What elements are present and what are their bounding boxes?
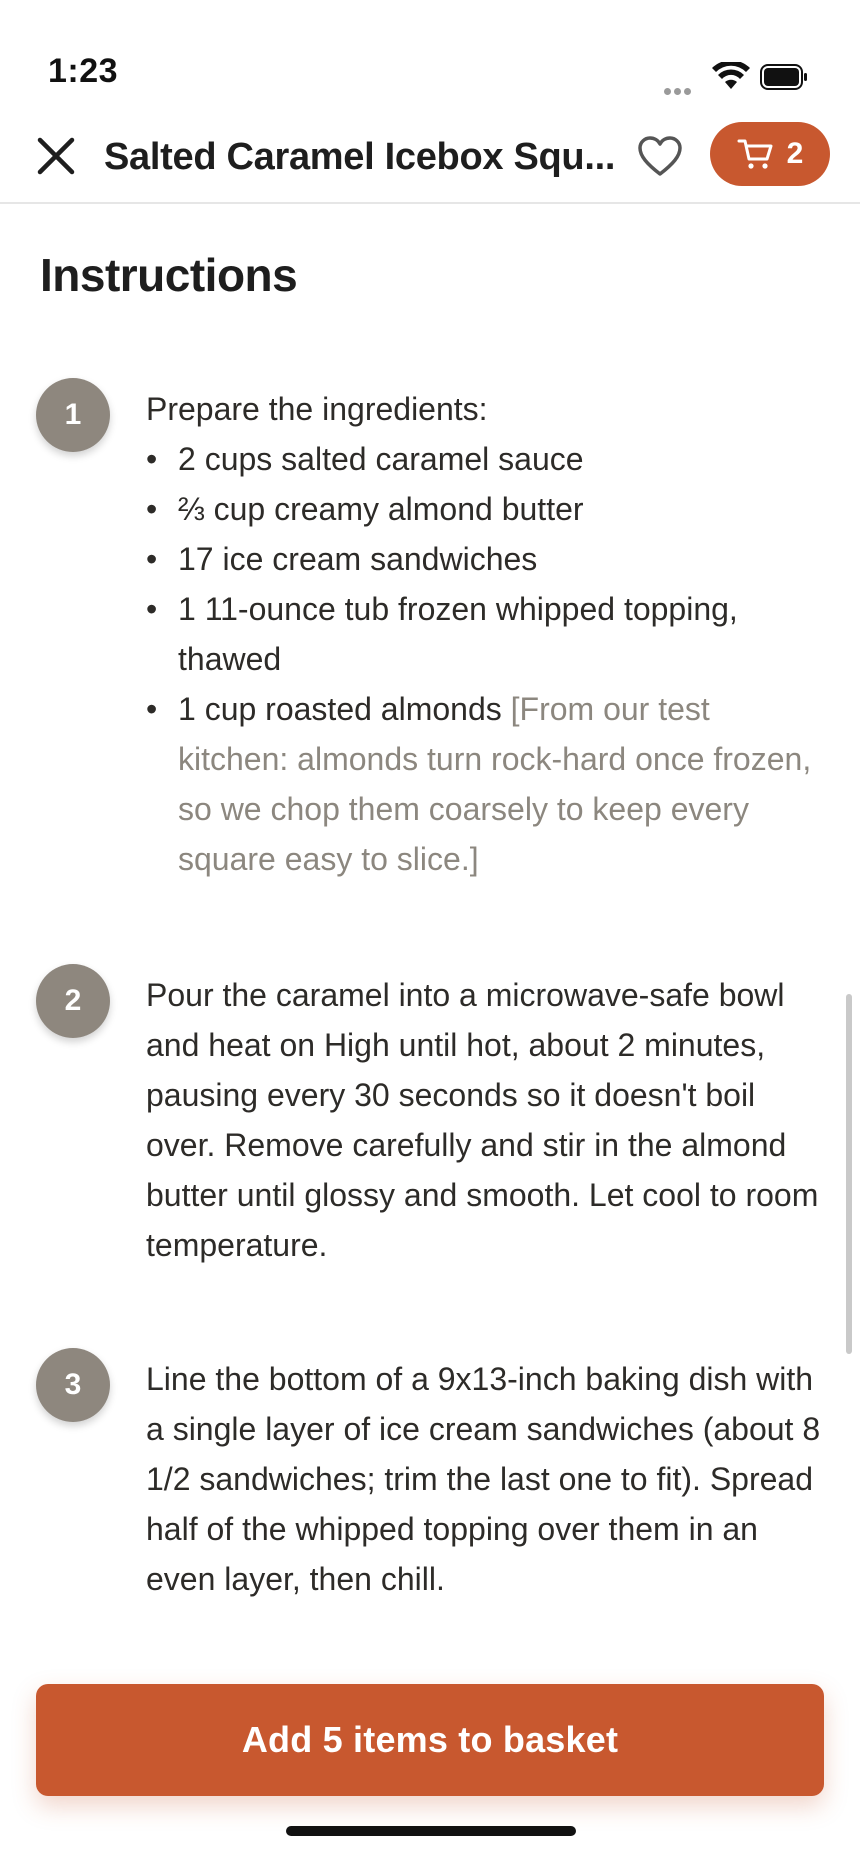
status-time: 1:23 — [48, 52, 119, 90]
step-number-badge: 3 — [36, 1348, 110, 1422]
step-text: Line the bottom of a 9x13-inch baking di… — [146, 1361, 821, 1597]
cart-icon — [737, 139, 773, 169]
instructions-heading: Instructions — [40, 249, 298, 301]
ingredient-item: 2 cups salted caramel sauce — [146, 434, 826, 484]
ingredient-item: 17 ice cream sandwiches — [146, 534, 826, 584]
instructions-scroll-area[interactable]: Instructions 1 Prepare the ingredients: … — [0, 204, 860, 1654]
step-body: Pour the caramel into a microwave-safe b… — [146, 970, 826, 1270]
cart-button[interactable]: 2 — [710, 122, 830, 186]
ingredient-item: ⅔ cup creamy almond butter — [146, 484, 826, 534]
step-number-badge: 1 — [36, 378, 110, 452]
status-bar: 1:23 — [0, 0, 860, 110]
step-text: Pour the caramel into a microwave-safe b… — [146, 977, 819, 1263]
add-to-basket-button[interactable]: Add 5 items to basket — [36, 1684, 824, 1796]
battery-icon — [760, 64, 807, 90]
step-intro: Prepare the ingredients: — [146, 391, 488, 427]
ingredient-item: 1 11-ounce tub frozen whipped topping, t… — [146, 584, 826, 684]
ingredient-list: 2 cups salted caramel sauce ⅔ cup creamy… — [146, 434, 826, 884]
ingredient-item: 1 cup roasted almonds [From our test kit… — [146, 684, 826, 884]
step-body: Line the bottom of a 9x13-inch baking di… — [146, 1354, 826, 1604]
favorite-button[interactable] — [634, 130, 686, 182]
scrollbar[interactable] — [846, 994, 852, 1354]
close-icon — [37, 137, 75, 175]
home-indicator — [286, 1826, 576, 1836]
cart-count-badge: 2 — [786, 137, 804, 170]
ingredient-text: 1 cup roasted almonds — [178, 691, 502, 727]
page-title: Salted Caramel Icebox Squ... — [104, 136, 614, 178]
step-body: Prepare the ingredients: 2 cups salted c… — [146, 384, 826, 884]
heart-icon — [638, 136, 682, 176]
wifi-icon — [712, 62, 750, 89]
close-button[interactable] — [30, 130, 82, 182]
recipe-header: Salted Caramel Icebox Squ... 2 — [0, 110, 860, 204]
signal-dots-icon — [664, 82, 696, 95]
step-number-badge: 2 — [36, 964, 110, 1038]
